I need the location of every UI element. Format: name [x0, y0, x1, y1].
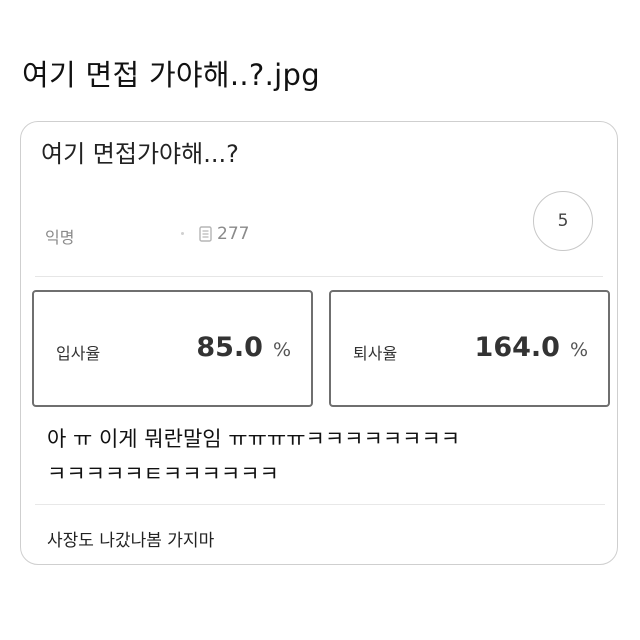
quit-rate-label: 퇴사율: [353, 344, 398, 363]
hire-rate-box: 입사율 85.0 %: [32, 290, 313, 407]
quit-rate-value: 164.0: [474, 332, 560, 363]
hire-rate-value-group: 85.0 %: [196, 332, 291, 363]
hire-rate-unit: %: [272, 339, 291, 361]
comment-count-value: 5: [557, 211, 569, 231]
view-count: 277: [199, 224, 249, 244]
divider: [35, 276, 603, 277]
author-name: 익명: [45, 228, 75, 247]
separator-dot: [181, 232, 184, 235]
post-body-line: ㅋㅋㅋㅋㅋㅌㅋㅋㅋㅋㅋㅋ: [47, 462, 279, 486]
view-count-value: 277: [217, 224, 250, 244]
comment-count-button[interactable]: 5: [533, 191, 593, 251]
quit-rate-box: 퇴사율 164.0 %: [329, 290, 610, 407]
hire-rate-value: 85.0: [196, 332, 263, 363]
quit-rate-unit: %: [569, 339, 588, 361]
quit-rate-value-group: 164.0 %: [475, 332, 588, 363]
post-body-line: 아 ㅠ 이게 뭐란말임 ㅠㅠㅠㅠㅋㅋㅋㅋㅋㅋㅋㅋ: [47, 427, 461, 451]
post-title: 여기 면접가야해...?: [41, 140, 239, 168]
hire-rate-label: 입사율: [56, 344, 101, 363]
divider: [35, 504, 605, 505]
post-body: 아 ㅠ 이게 뭐란말임 ㅠㅠㅠㅠㅋㅋㅋㅋㅋㅋㅋㅋ ㅋㅋㅋㅋㅋㅌㅋㅋㅋㅋㅋㅋ: [47, 422, 607, 492]
document-icon: [199, 226, 212, 242]
post-card: 여기 면접가야해...? 익명 277 5 입사율 85.0 % 퇴사율 164…: [20, 121, 618, 565]
reply-comment: 사장도 나갔나봄 가지마: [47, 531, 215, 551]
page-headline: 여기 면접 가야해..?.jpg: [22, 58, 320, 92]
